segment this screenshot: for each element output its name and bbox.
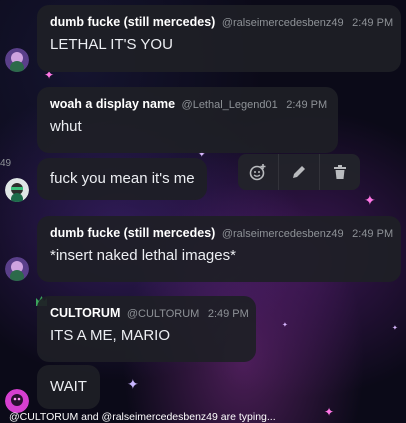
author-name[interactable]: dumb fucke (still mercedes) [50,15,215,29]
message-meta: woah a display name @Lethal_Legend01 2:4… [50,97,328,111]
message-meta: dumb fucke (still mercedes) @ralseimerce… [50,226,393,240]
message-bubble: WAIT [37,365,100,409]
star-decoration: ✦ [364,192,376,208]
add-reaction-button[interactable] [238,154,278,190]
author-name[interactable]: dumb fucke (still mercedes) [50,226,215,240]
pencil-icon [293,166,305,178]
message-meta: dumb fucke (still mercedes) @ralseimerce… [50,15,393,29]
message-text: LETHAL IT'S YOU [50,36,173,53]
message-text: fuck you mean it's me [50,170,195,187]
message-bubble: CULTORUM @CULTORUM 2:49 PM ITS A ME, MAR… [37,296,256,362]
message-bubble: dumb fucke (still mercedes) @ralseimerce… [37,216,401,282]
timestamp: 2:49 PM [286,99,328,111]
message-text: *insert naked lethal images* [50,247,236,264]
message-text: WAIT [50,378,87,395]
author-name[interactable]: woah a display name [50,97,175,111]
timestamp: 2:49 PM [352,228,394,240]
typing-indicator: @CULTORUM and @ralseimercedesbenz49 are … [9,411,276,423]
author-handle: @ralseimercedesbenz49 [221,228,344,240]
avatar-lethal[interactable] [5,178,29,202]
edit-button[interactable] [278,154,319,190]
avatar-ralsei[interactable] [5,257,29,281]
message-bubble: fuck you mean it's me [37,158,207,200]
author-handle: @ralseimercedesbenz49 [221,17,344,29]
timestamp: 2:49 PM [352,17,394,29]
star-decoration: ✦ [392,325,398,332]
message-bubble: dumb fucke (still mercedes) @ralseimerce… [37,5,401,72]
author-handle: @Lethal_Legend01 [181,99,278,111]
star-decoration: ✦ [324,405,335,419]
message-meta: CULTORUM @CULTORUM 2:49 PM [50,306,249,320]
add-reaction-icon [249,164,266,181]
edge-timestamp: 49 [0,158,12,169]
message-text: ITS A ME, MARIO [50,327,171,344]
delete-button[interactable] [319,154,360,190]
message-bubble: woah a display name @Lethal_Legend01 2:4… [37,87,338,153]
author-handle: @CULTORUM [126,308,200,320]
trash-icon [334,165,346,179]
author-name[interactable]: CULTORUM [50,306,120,320]
star-decoration: ✦ [282,322,288,329]
avatar-cultorum[interactable] [5,389,29,413]
message-text: whut [50,118,82,135]
message-toolbar [238,154,360,190]
star-decoration: ✦ [127,376,139,392]
timestamp: 2:49 PM [207,308,249,320]
avatar-ralsei[interactable] [5,48,29,72]
